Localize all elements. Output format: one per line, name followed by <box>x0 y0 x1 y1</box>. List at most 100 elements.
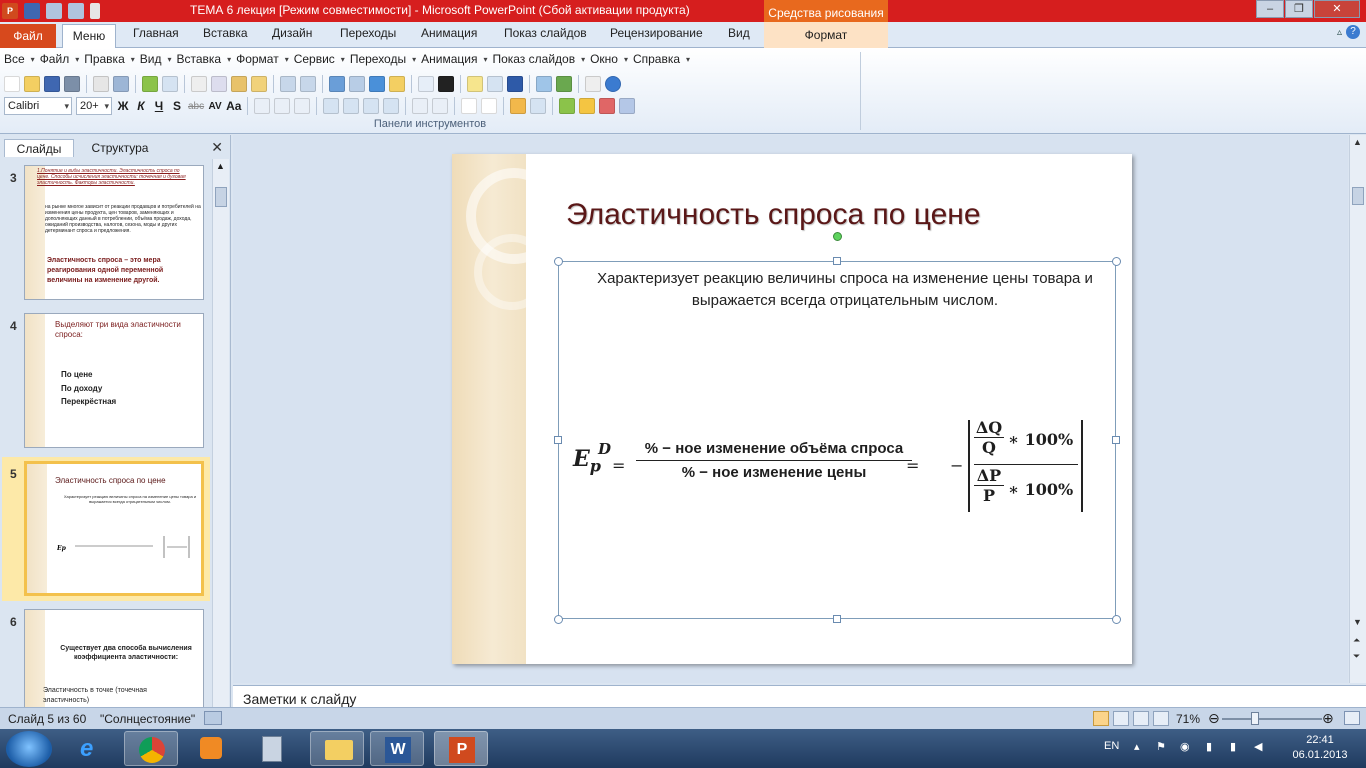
format-painter-icon[interactable] <box>251 76 267 92</box>
notes-pane[interactable]: Заметки к слайду <box>233 685 1366 707</box>
tab-animation[interactable]: Анимация <box>421 26 477 40</box>
menu-help[interactable]: Справка <box>633 52 695 70</box>
maximize-button[interactable]: ❐ <box>1285 0 1313 18</box>
volume-icon[interactable]: ◀ <box>1254 740 1262 753</box>
resize-handle[interactable] <box>1112 257 1121 266</box>
scrollbar-thumb[interactable] <box>1352 187 1364 205</box>
scroll-up-icon[interactable]: ▲ <box>1353 137 1362 147</box>
increase-font-icon[interactable] <box>461 98 478 114</box>
strikethrough-button[interactable]: abc <box>188 101 204 112</box>
menu-all[interactable]: Все <box>4 52 40 70</box>
theme-name[interactable]: "Солнцестояние" <box>100 712 195 726</box>
layout-icon[interactable] <box>487 76 503 92</box>
redo-icon[interactable] <box>300 76 316 92</box>
calculator-icon[interactable] <box>244 731 298 766</box>
tab-home[interactable]: Главная <box>133 26 179 40</box>
permission-icon[interactable] <box>64 76 80 92</box>
hyperlink-icon[interactable] <box>369 76 385 92</box>
tab-view[interactable]: Вид <box>728 26 750 40</box>
explorer-icon[interactable] <box>310 731 364 766</box>
language-indicator[interactable]: EN <box>1104 740 1119 752</box>
bold-button[interactable]: Ж <box>116 99 130 113</box>
menu-insert[interactable]: Вставка <box>176 52 236 70</box>
resize-handle[interactable] <box>1112 436 1120 444</box>
tab-slides[interactable]: Слайды <box>4 139 74 157</box>
internet-explorer-icon[interactable]: e <box>66 731 120 766</box>
slide-body-text[interactable]: Характеризует реакцию величины спроса на… <box>590 268 1100 312</box>
fit-to-window-icon[interactable] <box>1344 711 1360 725</box>
align-right-icon[interactable] <box>294 98 311 114</box>
insert-picture-icon[interactable] <box>389 76 405 92</box>
tab-file[interactable]: Файл <box>0 24 56 48</box>
tab-insert[interactable]: Вставка <box>203 26 248 40</box>
chrome-icon[interactable] <box>124 731 178 766</box>
shape-outline-icon[interactable] <box>599 98 616 114</box>
cut-icon[interactable] <box>191 76 207 92</box>
network-icon[interactable]: ◉ <box>1180 740 1190 753</box>
font-size-select[interactable]: 20+ <box>76 97 112 115</box>
signal-icon[interactable]: ▮ <box>1230 740 1236 753</box>
paste-icon[interactable] <box>231 76 247 92</box>
save-icon[interactable] <box>24 3 40 19</box>
bullets-icon[interactable] <box>412 98 429 114</box>
customize-qat-icon[interactable] <box>90 3 100 19</box>
tab-review[interactable]: Рецензирование <box>610 26 703 40</box>
undo-icon[interactable] <box>280 76 296 92</box>
menu-animation[interactable]: Анимация <box>421 52 492 70</box>
close-pane-icon[interactable]: ✕ <box>211 139 223 156</box>
resize-handle[interactable] <box>554 257 563 266</box>
redo-icon[interactable] <box>68 3 84 19</box>
numbering-icon[interactable] <box>432 98 449 114</box>
slide-thumbnail-3[interactable]: 1.Понятие и виды эластичности. Эластично… <box>24 165 204 300</box>
menu-view[interactable]: Вид <box>140 52 177 70</box>
font-color-icon[interactable] <box>510 98 527 114</box>
scroll-up-icon[interactable]: ▲ <box>216 161 225 171</box>
copy-icon[interactable] <box>211 76 227 92</box>
menu-window[interactable]: Окно <box>590 52 633 70</box>
tab-outline[interactable]: Структура <box>80 139 160 157</box>
slideshow-view-button[interactable] <box>1153 711 1169 726</box>
scrollbar-thumb[interactable] <box>215 187 227 207</box>
close-window-button[interactable]: ✕ <box>1314 0 1360 18</box>
clear-formatting-icon[interactable] <box>530 98 547 114</box>
shadow-button[interactable]: S <box>170 99 184 113</box>
new-slide-icon[interactable] <box>467 76 483 92</box>
font-name-select[interactable]: Calibri <box>4 97 72 115</box>
powerpoint-app-icon[interactable]: P <box>2 3 18 19</box>
align-center-icon[interactable] <box>274 98 291 114</box>
tab-format[interactable]: Формат <box>764 22 888 48</box>
tab-slideshow[interactable]: Показ слайдов <box>504 26 587 40</box>
menu-slideshow[interactable]: Показ слайдов <box>492 52 590 70</box>
align-left-icon[interactable] <box>254 98 271 114</box>
decrease-font-icon[interactable] <box>481 98 498 114</box>
align-text-icon[interactable] <box>323 98 340 114</box>
slide-thumbnail-6[interactable]: Существует два способа вычисления коэффи… <box>24 609 204 707</box>
insert-chart-icon[interactable] <box>329 76 345 92</box>
previous-slide-icon[interactable]: ⏶ <box>1353 635 1360 646</box>
undo-icon[interactable] <box>46 3 62 19</box>
resize-handle[interactable] <box>833 257 841 265</box>
notes-placeholder[interactable]: Заметки к слайду <box>243 691 356 707</box>
slide-area-scrollbar[interactable]: ▲ ▼ ⏶ ⏷ <box>1349 135 1366 683</box>
columns-icon[interactable] <box>383 98 400 114</box>
menu-transitions[interactable]: Переходы <box>350 52 421 70</box>
zoom-slider-handle[interactable] <box>1251 712 1259 725</box>
battery-icon[interactable]: ▮ <box>1206 740 1212 753</box>
tray-arrow-icon[interactable]: ▴ <box>1134 740 1140 753</box>
menu-tools[interactable]: Сервис <box>294 52 350 70</box>
help-icon[interactable]: ? <box>1346 25 1360 39</box>
current-slide[interactable]: Эластичность спроса по цене Характеризуе… <box>452 154 1132 664</box>
insert-table-icon[interactable] <box>349 76 365 92</box>
zoom-in-icon[interactable]: ⊕ <box>1322 710 1334 727</box>
zoom-slider[interactable] <box>1222 718 1322 720</box>
scroll-down-icon[interactable]: ▼ <box>1353 617 1362 627</box>
new-icon[interactable] <box>4 76 20 92</box>
shape-effects-icon[interactable] <box>619 98 636 114</box>
underline-button[interactable]: Ч <box>152 99 166 113</box>
tab-transitions[interactable]: Переходы <box>340 26 396 40</box>
slide-transition-icon[interactable] <box>556 76 572 92</box>
slide-title[interactable]: Эластичность спроса по цене <box>566 198 981 232</box>
menu-edit[interactable]: Правка <box>84 52 140 70</box>
normal-view-button[interactable] <box>1093 711 1109 726</box>
tab-menu[interactable]: Меню <box>62 24 116 49</box>
